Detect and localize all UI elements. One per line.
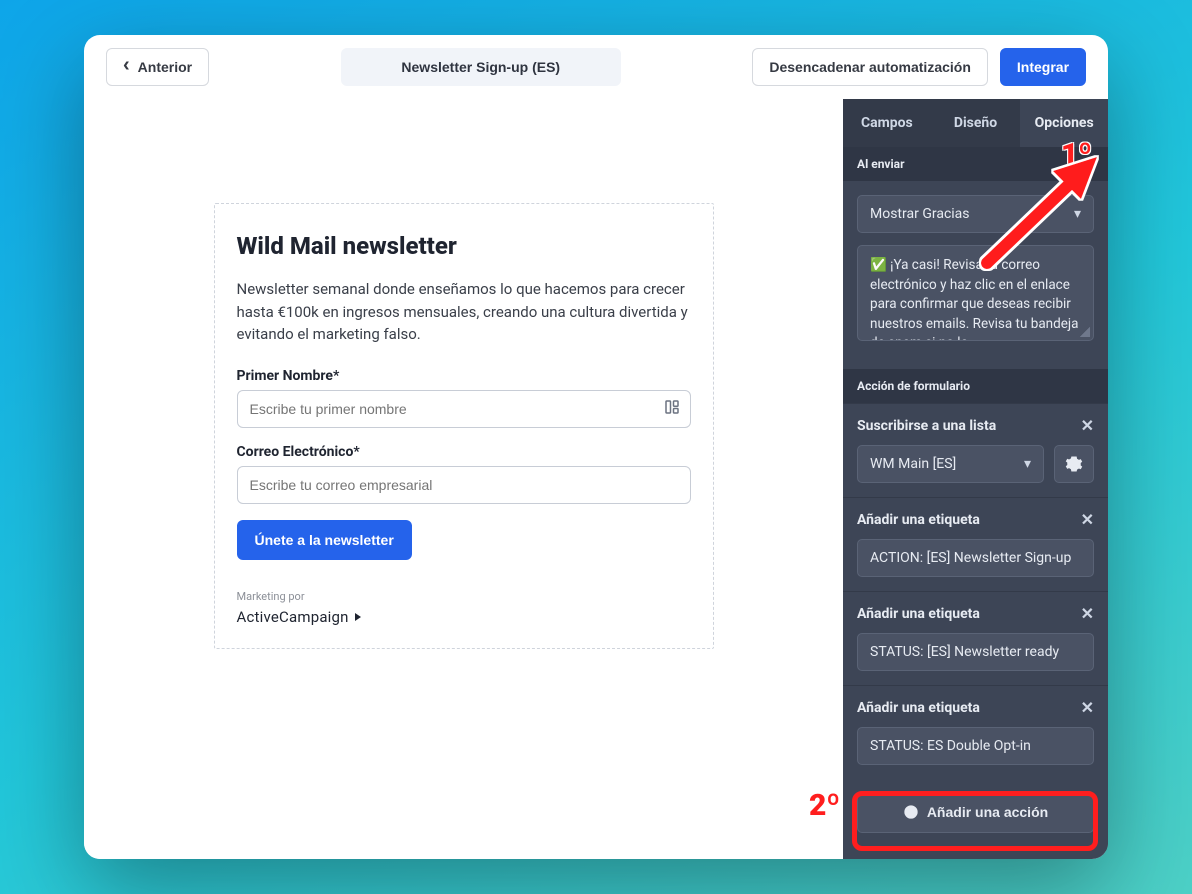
- form-card: Wild Mail newsletter Newsletter semanal …: [214, 203, 714, 649]
- tag-value-2[interactable]: STATUS: [ES] Newsletter ready: [857, 633, 1094, 671]
- sidebar-tabs: Campos Diseño Opciones: [843, 99, 1108, 147]
- back-button[interactable]: Anterior: [106, 48, 209, 86]
- brand-arrow-icon: [353, 611, 365, 623]
- app-window: Anterior Newsletter Sign-up (ES) Desenca…: [84, 35, 1108, 859]
- on-submit-select-value: Mostrar Gracias: [870, 206, 970, 222]
- subscribe-list-value: WM Main [ES]: [870, 456, 956, 472]
- submit-label: Únete a la newsletter: [255, 532, 394, 548]
- back-label: Anterior: [138, 59, 192, 75]
- action-tag-3: Añadir una etiqueta ✕ STATUS: ES Double …: [843, 685, 1108, 779]
- tab-options[interactable]: Opciones: [1019, 99, 1108, 147]
- add-action-wrap: Añadir una acción: [843, 779, 1108, 851]
- thanks-text: ✅ ¡Ya casi! Revisa tu correo electrónico…: [870, 257, 1079, 341]
- add-action-button[interactable]: Añadir una acción: [857, 791, 1094, 833]
- plus-circle-icon: [903, 804, 919, 820]
- tag-label: Añadir una etiqueta: [857, 512, 980, 528]
- subscribe-list-select[interactable]: WM Main [ES] ▾: [857, 445, 1044, 483]
- trigger-automation-button[interactable]: Desencadenar automatización: [752, 48, 988, 86]
- add-action-label: Añadir una acción: [927, 804, 1048, 820]
- canvas: Wild Mail newsletter Newsletter semanal …: [84, 99, 843, 859]
- list-settings-button[interactable]: [1054, 445, 1094, 483]
- action-tag-2: Añadir una etiqueta ✕ STATUS: [ES] Newsl…: [843, 591, 1108, 685]
- tag-value-1[interactable]: ACTION: [ES] Newsletter Sign-up: [857, 539, 1094, 577]
- caret-down-icon: ▾: [1074, 206, 1081, 222]
- on-submit-header: Al enviar: [843, 147, 1108, 181]
- first-name-input[interactable]: [237, 390, 691, 428]
- tab-fields[interactable]: Campos: [843, 99, 931, 147]
- marketing-by-label: Marketing por: [237, 590, 691, 603]
- trigger-automation-label: Desencadenar automatización: [769, 59, 971, 75]
- close-icon[interactable]: ✕: [1081, 510, 1094, 529]
- topbar: Anterior Newsletter Sign-up (ES) Desenca…: [84, 35, 1108, 99]
- gear-icon: [1065, 455, 1083, 473]
- form-title-button[interactable]: Newsletter Sign-up (ES): [341, 48, 621, 86]
- autofill-icon: [663, 398, 681, 416]
- form-title-label: Newsletter Sign-up (ES): [401, 59, 560, 75]
- email-label: Correo Electrónico*: [237, 444, 691, 460]
- thanks-textarea[interactable]: ✅ ¡Ya casi! Revisa tu correo electrónico…: [857, 245, 1094, 341]
- brand-name: ActiveCampaign: [237, 608, 349, 626]
- first-name-label: Primer Nombre*: [237, 368, 691, 384]
- body: Wild Mail newsletter Newsletter semanal …: [84, 99, 1108, 859]
- close-icon[interactable]: ✕: [1081, 698, 1094, 717]
- tag-label: Añadir una etiqueta: [857, 606, 980, 622]
- integrate-label: Integrar: [1017, 59, 1069, 75]
- action-tag-1: Añadir una etiqueta ✕ ACTION: [ES] Newsl…: [843, 497, 1108, 591]
- tab-design[interactable]: Diseño: [931, 99, 1020, 147]
- integrate-button[interactable]: Integrar: [1000, 48, 1086, 86]
- tag-label: Añadir una etiqueta: [857, 700, 980, 716]
- on-submit-select[interactable]: Mostrar Gracias ▾: [857, 195, 1094, 233]
- sidebar: Campos Diseño Opciones Al enviar Mostrar…: [843, 99, 1108, 859]
- caret-down-icon: ▾: [1024, 456, 1031, 472]
- form-action-header: Acción de formulario: [843, 369, 1108, 403]
- form-description: Newsletter semanal donde enseñamos lo qu…: [237, 278, 691, 346]
- email-input[interactable]: [237, 466, 691, 504]
- close-icon[interactable]: ✕: [1081, 416, 1094, 435]
- form-heading: Wild Mail newsletter: [237, 232, 691, 260]
- chevron-left-icon: [123, 59, 130, 75]
- subscribe-label: Suscribirse a una lista: [857, 418, 996, 434]
- submit-button[interactable]: Únete a la newsletter: [237, 520, 412, 560]
- activecampaign-logo: ActiveCampaign: [237, 608, 365, 626]
- action-subscribe: Suscribirse a una lista ✕ WM Main [ES] ▾: [843, 403, 1108, 497]
- close-icon[interactable]: ✕: [1081, 604, 1094, 623]
- on-submit-body: Mostrar Gracias ▾ ✅ ¡Ya casi! Revisa tu …: [843, 181, 1108, 355]
- sidebar-scroll[interactable]: Al enviar Mostrar Gracias ▾ ✅ ¡Ya casi! …: [843, 147, 1108, 859]
- tag-value-3[interactable]: STATUS: ES Double Opt-in: [857, 727, 1094, 765]
